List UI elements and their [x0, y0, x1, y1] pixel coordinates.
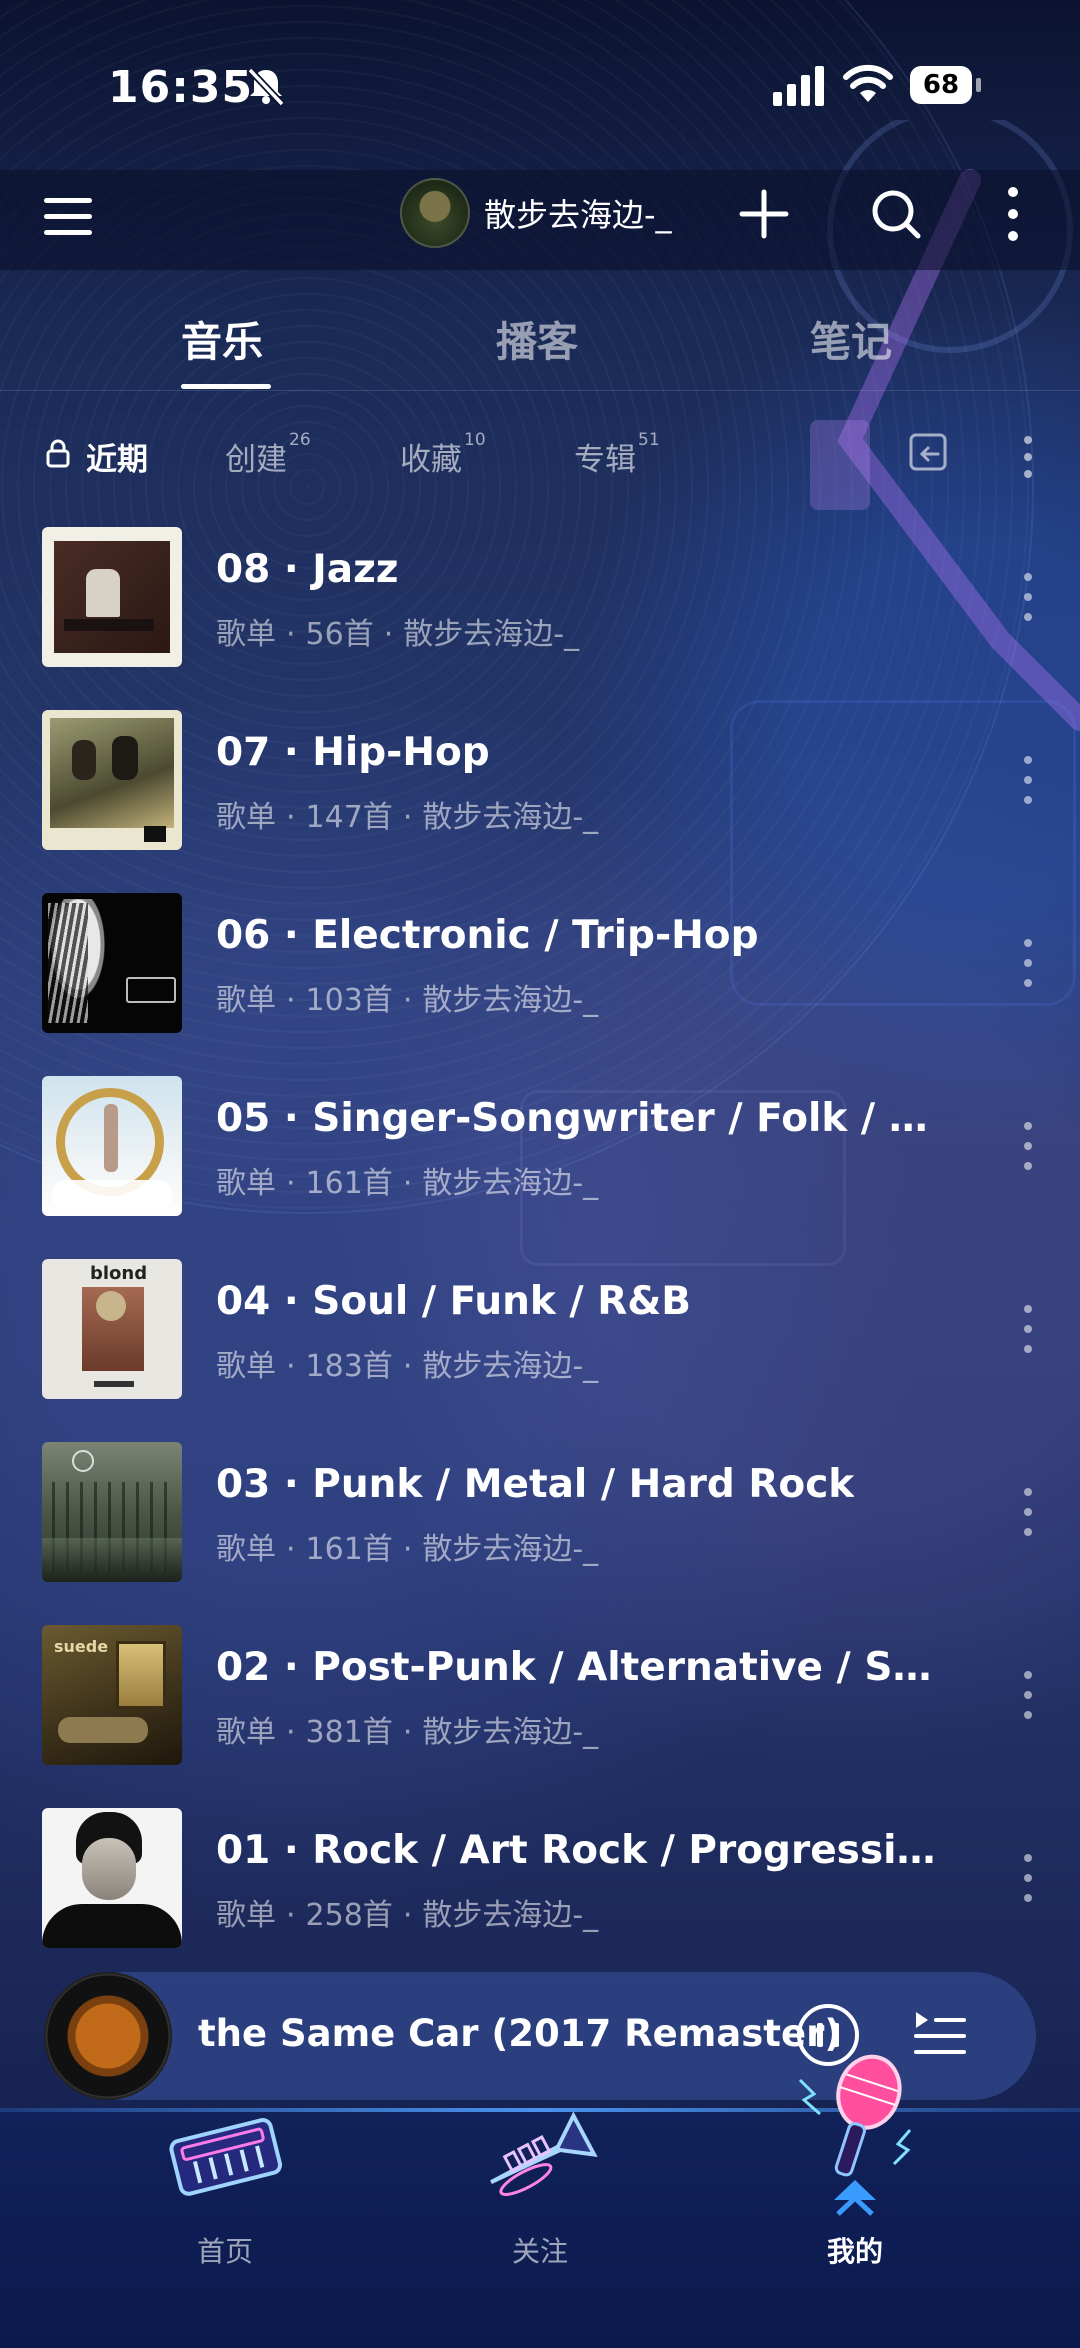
status-time: 16:35 [108, 62, 254, 113]
playlist-title: 06 · Electronic / Trip-Hop [216, 913, 759, 958]
status-bar: 16:35 68 [0, 0, 1080, 170]
more-vertical-icon[interactable] [1022, 573, 1034, 621]
playlist-row[interactable]: 05 · Singer-Songwriter / Folk / Art... 歌… [0, 1074, 1080, 1219]
filter-albums[interactable]: 专辑51 [574, 430, 660, 479]
top-nav: 散步去海边-_ [0, 170, 1080, 270]
nav-label-mine[interactable]: 我的 [795, 2230, 915, 2270]
playlist-title: 03 · Punk / Metal / Hard Rock [216, 1462, 855, 1507]
playlist-meta: 歌单 · 381首 · 散步去海边-_ [216, 1715, 599, 1750]
add-icon[interactable] [736, 186, 792, 242]
playlist-row[interactable]: suede 02 · Post-Punk / Alternative / Sho… [0, 1623, 1080, 1768]
search-icon[interactable] [868, 186, 924, 242]
playlist-title: 04 · Soul / Funk / R&B [216, 1279, 691, 1324]
more-vertical-icon[interactable] [1020, 434, 1036, 480]
divider [0, 390, 1080, 391]
wifi-icon [843, 64, 893, 102]
cover-label: suede [54, 1637, 109, 1656]
more-vertical-icon[interactable] [1022, 1671, 1034, 1719]
filter-created[interactable]: 创建26 [225, 430, 311, 479]
battery-level: 68 [910, 66, 972, 104]
battery-icon: 68 [910, 66, 982, 104]
menu-icon[interactable] [40, 188, 98, 246]
more-vertical-icon[interactable] [1022, 939, 1034, 987]
app-screen: 16:35 68 散步去海边-_ 音乐 播客 笔记 近期 创建26 收藏10 专… [0, 0, 1080, 2348]
playlist-meta: 歌单 · 147首 · 散步去海边-_ [216, 800, 599, 835]
nav-label-following[interactable]: 关注 [480, 2230, 600, 2270]
playlist-row[interactable]: 06 · Electronic / Trip-Hop 歌单 · 103首 · 散步去海边… [0, 891, 1080, 1036]
playlist-title: 01 · Rock / Art Rock / Progressive [216, 1828, 936, 1873]
playlist-row[interactable]: 03 · Punk / Metal / Hard Rock 歌单 · 161首 · 散步… [0, 1440, 1080, 1585]
microphone-icon[interactable] [790, 2050, 920, 2220]
playlist-cover [42, 1808, 182, 1948]
tab-indicator [181, 384, 271, 389]
now-playing-artwork[interactable] [44, 1972, 172, 2100]
more-vertical-icon[interactable] [1022, 1488, 1034, 1536]
playlist-meta: 歌单 · 161首 · 散步去海边-_ [216, 1166, 599, 1201]
avatar[interactable] [400, 178, 470, 248]
playlist-cover [42, 1442, 182, 1582]
playlist-meta: 歌单 · 161首 · 散步去海边-_ [216, 1532, 599, 1567]
playlist-cover [42, 1076, 182, 1216]
filter-favorites[interactable]: 收藏10 [400, 430, 486, 479]
playlist-cover [42, 527, 182, 667]
filter-row: 近期 创建26 收藏10 专辑51 [0, 420, 1080, 490]
content-tabs: 音乐 播客 笔记 [0, 290, 1080, 390]
keyboard-icon[interactable] [160, 2104, 290, 2204]
playlist-cover: blond [42, 1259, 182, 1399]
playlist-title: 08 · Jazz [216, 547, 399, 592]
cellular-signal-icon [773, 66, 824, 106]
more-vertical-icon[interactable] [1022, 1122, 1034, 1170]
tab-music[interactable]: 音乐 [181, 308, 263, 368]
now-playing-title[interactable]: the Same Car (2017 Remaster) [198, 2012, 841, 2055]
playlist-meta: 歌单 · 56首 · 散步去海边-_ [216, 617, 580, 652]
bell-muted-icon [247, 67, 285, 107]
playlist-meta: 歌单 · 183首 · 散步去海边-_ [216, 1349, 599, 1384]
more-vertical-icon[interactable] [1022, 1305, 1034, 1353]
lock-icon [46, 439, 70, 468]
nav-label-home[interactable]: 首页 [165, 2230, 285, 2270]
import-icon[interactable] [908, 432, 950, 474]
playlist-cover: suede [42, 1625, 182, 1765]
username[interactable]: 散步去海边-_ [484, 190, 672, 236]
more-vertical-icon[interactable] [1022, 756, 1034, 804]
playlist-queue-icon[interactable] [912, 2006, 968, 2062]
playlist-row[interactable]: blond 04 · Soul / Funk / R&B 歌单 · 183首 · 散步去… [0, 1257, 1080, 1402]
playlist-title: 02 · Post-Punk / Alternative / Shoe... [216, 1645, 936, 1690]
playlist-cover [42, 893, 182, 1033]
filter-recent[interactable]: 近期 [86, 434, 148, 479]
cover-label: blond [90, 1263, 148, 1284]
more-vertical-icon[interactable] [1000, 184, 1026, 244]
more-vertical-icon[interactable] [1022, 1854, 1034, 1902]
playlist-title: 07 · Hip-Hop [216, 730, 490, 775]
playlist-title: 05 · Singer-Songwriter / Folk / Art... [216, 1096, 936, 1141]
playlist-row[interactable]: 01 · Rock / Art Rock / Progressive 歌单 · 25… [0, 1806, 1080, 1951]
playlist-cover [42, 710, 182, 850]
tab-notes[interactable]: 笔记 [810, 308, 892, 368]
tab-podcast[interactable]: 播客 [496, 308, 578, 368]
playlist-meta: 歌单 · 103首 · 散步去海边-_ [216, 983, 599, 1018]
playlist-row[interactable]: 07 · Hip-Hop 歌单 · 147首 · 散步去海边-_ [0, 708, 1080, 853]
playlist-meta: 歌单 · 258首 · 散步去海边-_ [216, 1898, 599, 1933]
trumpet-icon[interactable] [470, 2100, 610, 2210]
playlist-row[interactable]: 08 · Jazz 歌单 · 56首 · 散步去海边-_ [0, 525, 1080, 670]
